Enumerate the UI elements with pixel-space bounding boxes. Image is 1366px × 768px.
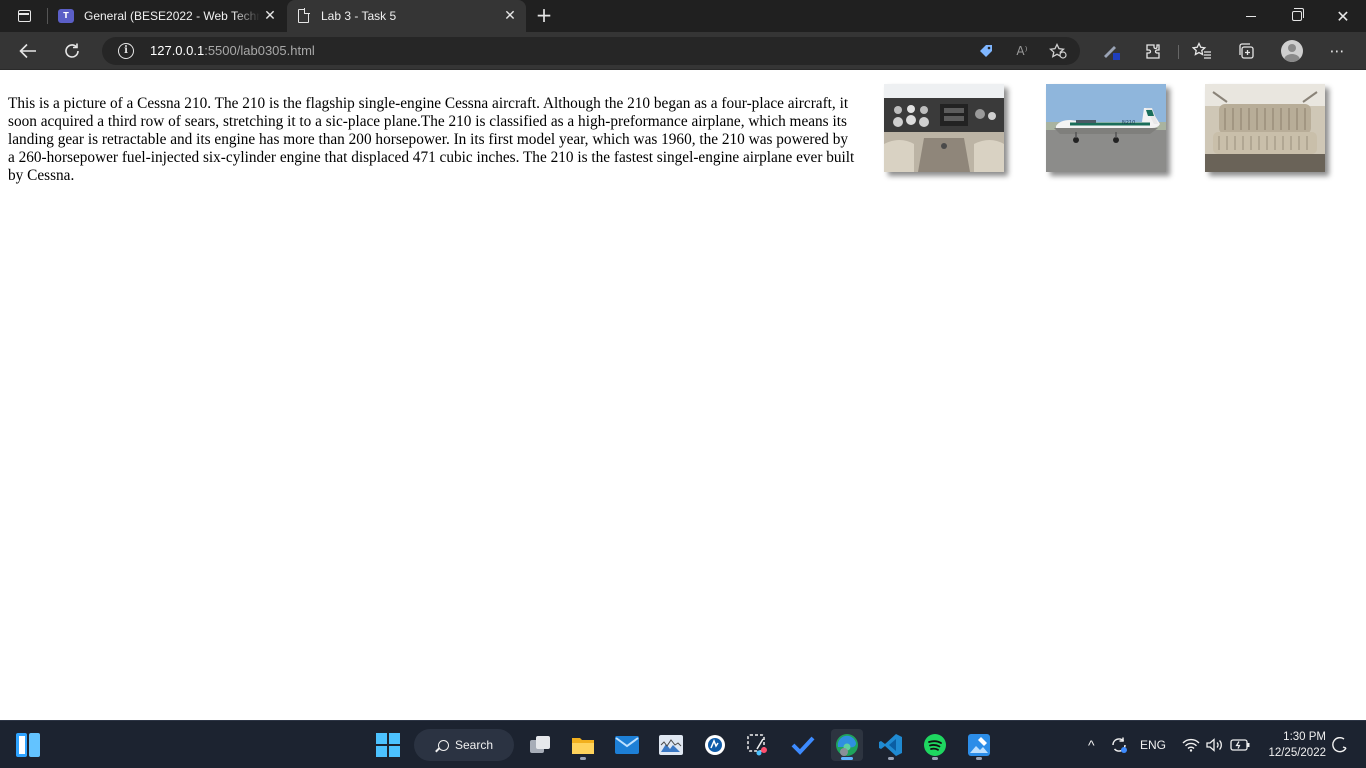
address-bar[interactable]: i 127.0.0.1:5500/lab0305.html A⁾ bbox=[102, 37, 1080, 65]
page-icon bbox=[295, 8, 311, 24]
tab-teams-general[interactable]: T General (BESE2022 - Web Technologies) … bbox=[50, 0, 286, 32]
profile-avatar-icon[interactable] bbox=[1281, 40, 1303, 62]
search-label: Search bbox=[455, 738, 494, 752]
tab-title: General (BESE2022 - Web Technologies) bbox=[84, 9, 260, 23]
cockpit-thumbnail[interactable] bbox=[884, 84, 1004, 172]
spotify-app[interactable] bbox=[919, 729, 951, 761]
close-tab-icon[interactable]: ✕ bbox=[500, 6, 520, 26]
toolbar-divider bbox=[1178, 45, 1179, 59]
running-indicator bbox=[976, 757, 982, 760]
cabin-seats-thumbnail[interactable] bbox=[1205, 84, 1325, 172]
app-circle-icon bbox=[705, 735, 725, 755]
notifications-icon[interactable] bbox=[1332, 721, 1348, 768]
mail-icon bbox=[615, 736, 639, 754]
cessna-description-paragraph: This is a picture of a Cessna 210. The 2… bbox=[8, 95, 855, 184]
site-info-icon[interactable]: i bbox=[118, 43, 134, 59]
mail-app[interactable] bbox=[611, 729, 643, 761]
task-view-button[interactable] bbox=[524, 729, 556, 761]
folder-icon bbox=[572, 738, 594, 754]
edge-browser-app[interactable] bbox=[831, 729, 863, 761]
pen-extension-icon[interactable] bbox=[1096, 37, 1126, 65]
photos-icon bbox=[659, 735, 683, 755]
running-indicator bbox=[841, 757, 853, 760]
reload-button[interactable] bbox=[57, 37, 87, 65]
collections-icon[interactable] bbox=[1231, 37, 1261, 65]
tab-title: Lab 3 - Task 5 bbox=[321, 9, 397, 23]
system-clock[interactable]: 1:30 PM 12/25/2022 bbox=[1258, 721, 1326, 768]
search-icon bbox=[438, 739, 449, 751]
teams-icon: T bbox=[58, 8, 74, 24]
edge-icon bbox=[836, 734, 858, 756]
running-indicator bbox=[888, 757, 894, 760]
restore-icon bbox=[1292, 8, 1304, 21]
snipping-tool-app[interactable] bbox=[743, 729, 775, 761]
add-favorite-icon[interactable] bbox=[1047, 41, 1069, 61]
paint-app[interactable] bbox=[963, 729, 995, 761]
volume-icon[interactable] bbox=[1206, 721, 1224, 768]
extensions-icon[interactable] bbox=[1138, 37, 1168, 65]
coupon-tag-icon[interactable] bbox=[975, 41, 997, 61]
battery-icon[interactable] bbox=[1230, 721, 1250, 768]
back-arrow-icon bbox=[19, 43, 36, 59]
new-tab-button[interactable]: + bbox=[533, 5, 555, 27]
running-indicator bbox=[580, 757, 586, 760]
sync-icon[interactable] bbox=[1110, 721, 1128, 768]
file-explorer-app[interactable] bbox=[567, 729, 599, 761]
edge-dev-app[interactable] bbox=[699, 729, 731, 761]
minimize-button[interactable] bbox=[1228, 0, 1274, 32]
show-hidden-icons-chevron[interactable]: ^ bbox=[1088, 721, 1095, 768]
tab-actions-icon bbox=[17, 10, 31, 22]
clock-date: 12/25/2022 bbox=[1268, 747, 1326, 759]
snipping-icon bbox=[747, 734, 767, 756]
photos-app[interactable] bbox=[655, 729, 687, 761]
tab-divider bbox=[47, 8, 48, 24]
read-aloud-icon[interactable]: A⁾ bbox=[1011, 41, 1033, 61]
url-text[interactable]: 127.0.0.1:5500/lab0305.html bbox=[150, 43, 315, 58]
windows-logo-icon bbox=[376, 733, 400, 757]
input-language[interactable]: ENG bbox=[1140, 721, 1166, 768]
restore-button[interactable] bbox=[1274, 0, 1320, 32]
tab-actions-button[interactable] bbox=[10, 6, 38, 26]
airplane-exterior-thumbnail[interactable]: N210 bbox=[1046, 84, 1166, 172]
task-view-icon bbox=[530, 736, 550, 753]
settings-more-button[interactable]: ⋯ bbox=[1322, 37, 1352, 65]
close-tab-icon[interactable]: ✕ bbox=[260, 6, 280, 26]
window-close-button[interactable]: ✕ bbox=[1320, 0, 1366, 32]
minimize-icon bbox=[1246, 15, 1256, 17]
running-indicator bbox=[932, 757, 938, 760]
widgets-icon[interactable] bbox=[16, 733, 40, 757]
image-editor-icon bbox=[968, 734, 990, 756]
vscode-app[interactable] bbox=[875, 729, 907, 761]
spotify-icon bbox=[924, 734, 946, 756]
wifi-icon[interactable] bbox=[1182, 721, 1200, 768]
url-host: 127.0.0.1 bbox=[150, 43, 205, 58]
svg-text:N210: N210 bbox=[1122, 120, 1135, 126]
browser-toolbar: i 127.0.0.1:5500/lab0305.html A⁾ ⋯ bbox=[0, 32, 1366, 70]
browser-tab-strip: T General (BESE2022 - Web Technologies) … bbox=[0, 0, 1366, 32]
favorites-icon[interactable] bbox=[1187, 37, 1217, 65]
url-path: :5500/lab0305.html bbox=[204, 43, 315, 58]
windows-taskbar: Search ^ ENG 1:30 PM 12/25/2022 bbox=[0, 720, 1366, 768]
taskbar-search[interactable]: Search bbox=[414, 729, 514, 761]
page-viewport: This is a picture of a Cessna 210. The 2… bbox=[0, 71, 1366, 720]
start-button[interactable] bbox=[372, 729, 404, 761]
reload-icon bbox=[65, 43, 79, 58]
tab-lab3-task5[interactable]: Lab 3 - Task 5 ✕ bbox=[287, 0, 526, 32]
vscode-icon bbox=[879, 734, 902, 756]
back-button[interactable] bbox=[13, 37, 43, 65]
clock-time: 1:30 PM bbox=[1283, 731, 1326, 743]
todo-app[interactable] bbox=[787, 729, 819, 761]
checkmark-icon bbox=[791, 736, 815, 755]
